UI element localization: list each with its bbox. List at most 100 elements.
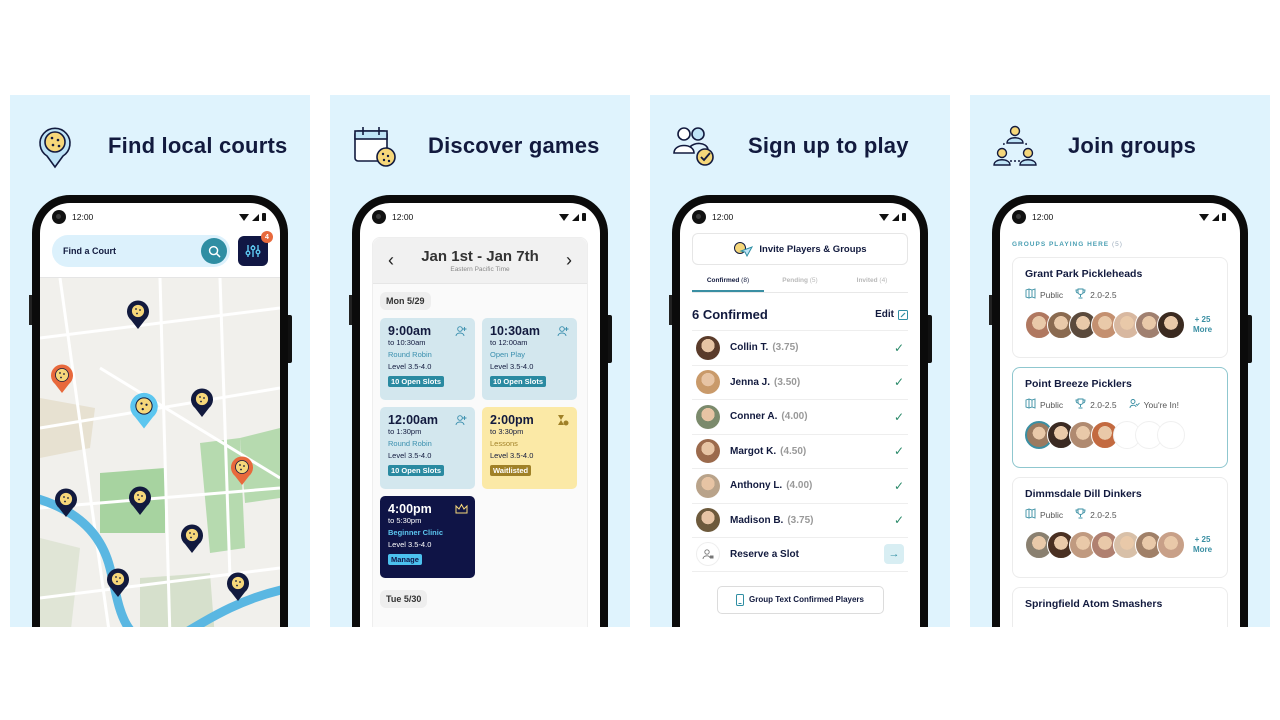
group-card[interactable]: Grant Park Pickleheads Public 2.0-2.5 + 25 M… [1012,257,1228,358]
court-pin-navy[interactable] [128,486,152,516]
battery-icon [262,213,266,221]
signup-tabs: Confirmed (8) Pending (5) Invited (4) [692,277,908,293]
game-card[interactable]: 2:00pm to 3:30pm Lessons Level 3.5-4.0 Waitl… [482,407,577,489]
player-row[interactable]: Anthony L. (4.00) ✓ [692,468,908,503]
court-pin-navy[interactable] [126,300,150,330]
headline-title: Sign up to play [748,133,909,158]
group-visibility: Public [1040,289,1064,300]
camera-icon [1012,210,1026,224]
player-row[interactable]: Collin T. (3.75) ✓ [692,330,908,365]
add-user-icon [557,324,569,337]
game-card[interactable]: 12:00am to 1:30pm Round Robin Level 3.5-4.0… [380,407,475,489]
reserve-user-icon [696,542,720,567]
player-rating: (4.50) [780,445,807,457]
arrow-right-icon[interactable]: → [884,544,904,565]
court-search-input[interactable]: Find a Court [52,235,230,267]
battery-icon [1222,213,1226,221]
groups-section-label: GROUPS PLAYING HERE (5) [1012,241,1123,248]
camera-icon [52,210,66,224]
player-row[interactable]: Margot K. (4.50) ✓ [692,433,908,469]
group-name: Dimmsdale Dill Dinkers [1025,488,1142,500]
timezone: Eastern Pacific Time [450,266,510,273]
headline: Discover games [352,123,620,169]
group-visibility: Public [1040,509,1064,520]
calendar: ‹ Jan 1st - Jan 7th Eastern Pacific Time… [372,237,588,627]
court-pin-orange[interactable] [50,364,74,394]
tab-confirmed[interactable]: Confirmed (8) [692,277,764,292]
group-name: Grant Park Pickleheads [1025,268,1143,280]
headline-title: Find local courts [108,133,288,158]
group-level: 2.0-2.5 [1090,289,1117,300]
avatar [696,473,720,498]
phone-screen: 12:00 GROUPS PLAYING HERE (5) Grant Park… [1000,203,1240,627]
search-button[interactable] [201,238,227,264]
player-name: Collin T. [730,342,769,354]
membership-status: You're In! [1143,399,1179,410]
group-level: 2.0-2.5 [1090,509,1117,520]
player-rating: (4.00) [781,411,808,423]
invite-label: Invite Players & Groups [759,243,867,255]
more-members-link[interactable]: + 25 More [1193,315,1212,334]
player-name: Madison B. [730,514,784,526]
edit-icon [898,309,908,320]
avatar [696,508,720,533]
trophy-icon [1075,398,1086,411]
player-rating: (3.75) [787,514,814,526]
game-status-tag: 10 Open Slots [490,376,547,387]
phone-icon [736,593,744,606]
avatar [696,370,720,395]
player-row[interactable]: Madison B. (3.75) ✓ [692,502,908,538]
players-check-icon [673,127,714,166]
signal-icon [252,213,259,221]
invite-players-button[interactable]: Invite Players & Groups [692,233,908,265]
court-pin-navy[interactable] [180,524,204,554]
game-type: Lessons [490,439,518,448]
tab-invited[interactable]: Invited (4) [836,277,908,292]
avatar [696,404,720,429]
court-pin-selected[interactable] [129,392,159,430]
court-pin-navy[interactable] [106,568,130,598]
game-card[interactable]: 10:30am to 12:00am Open Play Level 3.5-4.0 1… [482,318,577,400]
check-icon: ✓ [893,513,904,528]
group-name: Point Breeze Picklers [1025,378,1132,390]
group-card[interactable]: Dimmsdale Dill Dinkers Public 2.0-2.5 + 25 M… [1012,477,1228,578]
court-pin-navy[interactable] [190,388,214,418]
game-card[interactable]: 9:00am to 10:30am Round Robin Level 3.5-4.0… [380,318,475,400]
court-map[interactable] [40,277,280,627]
filter-button[interactable]: 4 [238,231,273,266]
prev-week-button[interactable]: ‹ [383,250,399,271]
signal-icon [892,213,899,221]
headline-title: Discover games [428,133,600,158]
map-icon [1025,398,1036,411]
group-text-button[interactable]: Group Text Confirmed Players [716,585,884,614]
court-pin-navy[interactable] [54,488,78,518]
status-bar: 12:00 [40,203,280,231]
court-pin-orange[interactable] [230,456,254,486]
game-status-tag[interactable]: Manage [388,554,422,565]
game-card[interactable]: 4:00pm to 5:30pm Beginner Clinic Level 3.5-… [380,496,475,578]
headline: Join groups [992,123,1260,169]
player-rating: (3.75) [772,342,799,354]
phone-screen: 12:00 Find a Court 4 [40,203,280,627]
tab-pending[interactable]: Pending (5) [764,277,836,292]
signal-icon [1212,213,1219,221]
map-icon [1025,508,1036,521]
phone-frame: 12:00 GROUPS PLAYING HERE (5) Grant Park… [989,195,1252,627]
status-time: 12:00 [1032,212,1054,222]
avatar [696,439,720,464]
player-row[interactable]: Conner A. (4.00) ✓ [692,399,908,434]
reserve-slot-row[interactable]: Reserve a Slot → [692,537,908,572]
edit-button[interactable]: Edit [875,309,908,320]
games-grid: 9:00am to 10:30am Round Robin Level 3.5-4.0… [373,310,587,578]
player-row[interactable]: Jenna J. (3.50) ✓ [692,364,908,400]
game-level: Level 3.5-4.0 [388,362,432,371]
invite-send-icon [734,242,754,257]
trophy-icon [1075,508,1086,521]
calendar-ball-icon [354,127,396,167]
next-week-button[interactable]: › [561,250,577,271]
group-card[interactable]: Point Breeze Picklers Public 2.0-2.5 You're… [1012,367,1228,468]
group-card[interactable]: Springfield Atom Smashers [1012,587,1228,627]
sliders-icon [245,245,261,257]
more-members-link[interactable]: + 25 More [1193,535,1212,554]
court-pin-navy[interactable] [226,572,250,602]
